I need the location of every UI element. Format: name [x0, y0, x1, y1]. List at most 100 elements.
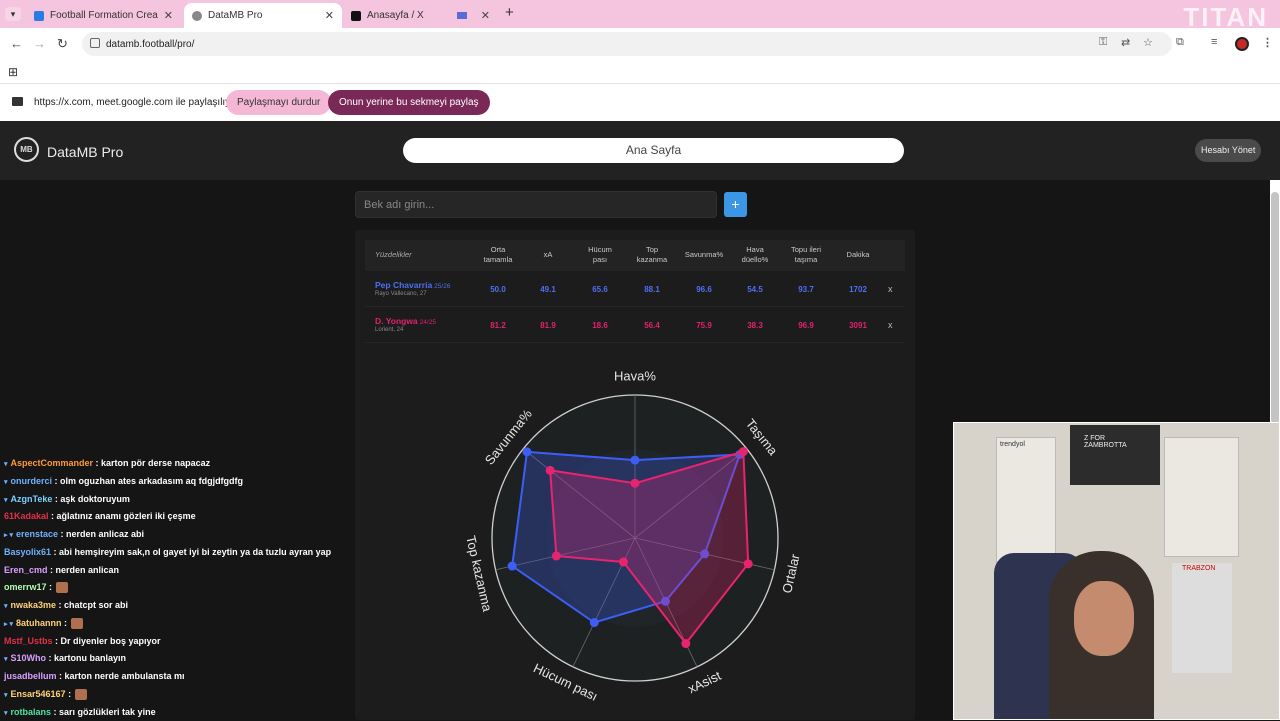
tab-title: DataMB Pro — [208, 10, 319, 21]
player-name[interactable]: Pep Chavarría25/26 — [375, 280, 450, 290]
profile-avatar[interactable] — [1235, 37, 1249, 51]
chat-message: ▾Ensar546167 : — [0, 686, 345, 704]
chat-username[interactable]: nwaka3me — [11, 600, 57, 610]
close-tab-icon[interactable]: ✕ — [481, 9, 490, 22]
radar-data-point — [619, 557, 628, 566]
player-name[interactable]: D. Yongwa24/25 — [375, 316, 436, 326]
table-cell: 81.2 — [483, 321, 513, 330]
extensions-icon[interactable]: ⧉ — [1176, 36, 1184, 49]
emote-icon — [71, 618, 83, 629]
table-row[interactable]: D. Yongwa24/25Lorient, 2481.281.918.656.… — [365, 307, 905, 343]
manage-account-button[interactable]: Hesabı Yönet — [1195, 139, 1261, 162]
screen-share-icon — [457, 12, 467, 19]
chat-username[interactable]: erenstace — [16, 529, 58, 539]
chat-username[interactable]: onurderci — [11, 476, 53, 486]
password-key-icon[interactable]: ⚿ — [1099, 36, 1107, 49]
address-toolbar: ← → ↻ datamb.football/pro/ ⚿ ⇄ ☆ ⧉ ≡ ⋮ — [0, 28, 1280, 60]
scrollbar-thumb[interactable] — [1271, 192, 1279, 424]
badge-icon: ▾ — [4, 651, 8, 668]
table-cell: 93.7 — [791, 285, 821, 294]
chat-text: : nerden anlican — [48, 565, 120, 575]
add-player-button[interactable]: + — [724, 192, 747, 217]
player-search-input[interactable] — [355, 191, 717, 218]
tab-title: Anasayfa / X — [367, 10, 457, 21]
close-tab-icon[interactable]: ✕ — [325, 9, 334, 22]
screen-share-bar: https://x.com, meet.google.com ile payla… — [0, 84, 1280, 121]
translate-icon[interactable]: ⇄ — [1121, 36, 1130, 49]
remove-player-button[interactable]: x — [888, 284, 893, 294]
stream-chat: ▾AspectCommander : karton pör derse napa… — [0, 455, 345, 721]
tab-search-dropdown[interactable]: ▾ — [5, 7, 21, 21]
radar-data-point — [631, 456, 640, 465]
radar-data-point — [631, 479, 640, 488]
downloads-icon[interactable]: ≡ — [1211, 36, 1217, 48]
chat-message: Basyolix61 : abi hemşireyim sak,n ol gay… — [0, 544, 345, 562]
chat-username[interactable]: AzgnTeke — [11, 494, 53, 504]
chat-message: ▾onurderci : olm oguzhan ates arkadasım … — [0, 473, 345, 491]
chat-text: : olm oguzhan ates arkadasım aq fdgjdfgd… — [52, 476, 243, 486]
chat-text: : ağlatınız anamı gözleri iki çeşme — [49, 511, 196, 521]
remove-player-button[interactable]: x — [888, 320, 893, 330]
new-tab-button[interactable]: + — [505, 4, 514, 21]
radar-data-point — [552, 551, 561, 560]
chat-message: 61Kadakal : ağlatınız anamı gözleri iki … — [0, 508, 345, 526]
emote-icon — [56, 582, 68, 593]
radar-axis-label: xAsist — [686, 668, 724, 697]
menu-kebab-icon[interactable]: ⋮ — [1262, 36, 1273, 49]
chat-username[interactable]: S10Who — [11, 653, 47, 663]
datamb-favicon-icon — [192, 11, 202, 21]
poster-text: Z FOR ZAMBROTTA — [1084, 435, 1144, 449]
chat-text: : karton nerde ambulansta mı — [57, 671, 185, 681]
tab-formation-creator[interactable]: Football Formation Creator: Re ✕ — [26, 3, 181, 28]
brand-name[interactable]: DataMB Pro — [47, 144, 123, 160]
table-row[interactable]: Pep Chavarría25/26Rayo Vallecano, 2750.0… — [365, 271, 905, 307]
chat-text: : — [47, 582, 53, 592]
radar-axis-label: Ortalar — [779, 552, 803, 595]
site-header: MB DataMB Pro Ana Sayfa Hesabı Yönet — [0, 121, 1280, 180]
table-cell: 96.9 — [791, 321, 821, 330]
back-icon[interactable]: ← — [10, 36, 23, 51]
tab-datamb[interactable]: DataMB Pro ✕ — [184, 3, 342, 28]
table-cell: 18.6 — [585, 321, 615, 330]
chat-username[interactable]: 8atuhannn — [16, 618, 62, 628]
chat-username[interactable]: Mstf_Ustbs — [4, 636, 53, 646]
col-header: Topu ileri taşıma — [785, 245, 827, 265]
chat-username[interactable]: Eren_cmd — [4, 565, 48, 575]
jersey-board — [1172, 563, 1232, 673]
stop-sharing-button[interactable]: Paylaşmayı durdur — [226, 90, 331, 115]
badge-icon: ▸ ▾ — [4, 616, 13, 633]
chat-message: ▾nwaka3me : chatcpt sor abi — [0, 597, 345, 615]
radar-data-point — [739, 447, 748, 456]
chat-text: : — [66, 689, 72, 699]
chat-message: ▾S10Who : kartonu banlayın — [0, 650, 345, 668]
radar-axis-label: Hava% — [614, 368, 656, 383]
chat-username[interactable]: omerrw17 — [4, 582, 47, 592]
col-header: Top kazanma — [631, 245, 673, 265]
badge-icon: ▾ — [4, 456, 8, 473]
chat-username[interactable]: Ensar546167 — [11, 689, 66, 699]
site-info-icon[interactable] — [90, 38, 100, 48]
chat-username[interactable]: 61Kadakal — [4, 511, 49, 521]
share-status-text: https://x.com, meet.google.com ile payla… — [34, 97, 239, 108]
chat-text: : kartonu banlayın — [46, 653, 126, 663]
chat-username[interactable]: jusadbellum — [4, 671, 57, 681]
chat-username[interactable]: Basyolix61 — [4, 547, 51, 557]
close-tab-icon[interactable]: ✕ — [164, 9, 173, 22]
url-bar[interactable]: datamb.football/pro/ — [82, 32, 1172, 56]
radar-data-point — [508, 562, 517, 571]
chat-username[interactable]: AspectCommander — [11, 458, 94, 468]
apps-grid-icon[interactable]: ⊞ — [8, 65, 18, 79]
chat-message: Mstf_Ustbs : Dr diyenler boş yapıyor — [0, 633, 345, 651]
share-this-tab-button[interactable]: Onun yerine bu sekmeyi paylaş — [328, 90, 490, 115]
table-cell: 3091 — [843, 321, 873, 330]
chat-username[interactable]: rotbalans — [11, 707, 52, 717]
x-logo-icon — [351, 11, 361, 21]
bookmark-star-icon[interactable]: ☆ — [1143, 36, 1153, 49]
tab-x[interactable]: Anasayfa / X ✕ — [343, 3, 498, 28]
datamb-logo[interactable]: MB — [14, 137, 39, 162]
col-header: Dakika — [839, 250, 877, 260]
forward-icon[interactable]: → — [33, 36, 46, 51]
table-header: Yüzdelikler Orta tamamla xA Hücum pası T… — [365, 240, 905, 271]
home-button[interactable]: Ana Sayfa — [403, 138, 904, 163]
reload-icon[interactable]: ↻ — [57, 36, 68, 52]
